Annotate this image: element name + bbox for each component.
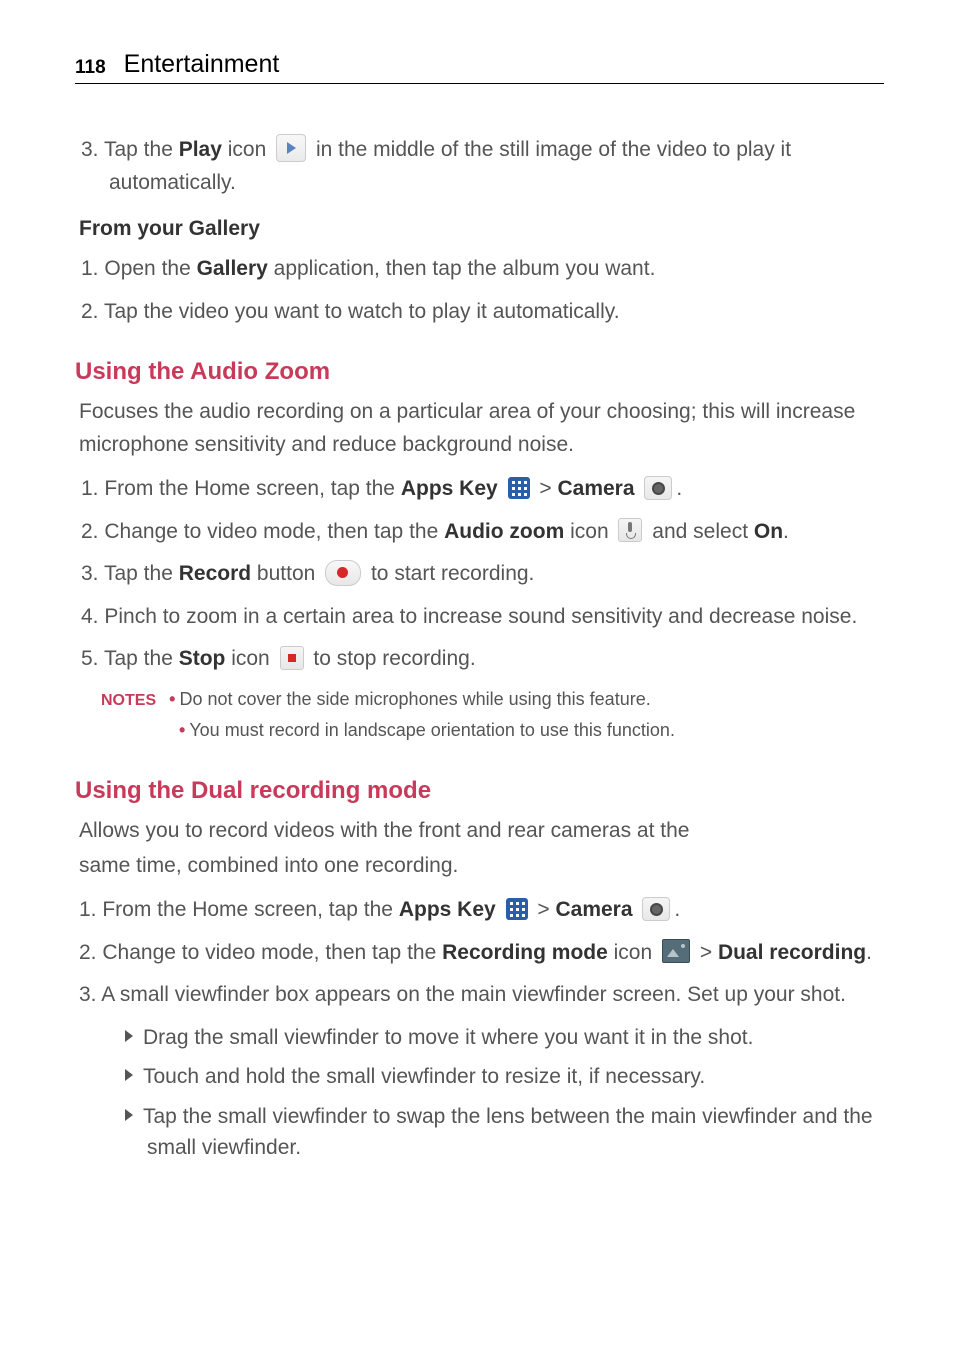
step-number: 3. bbox=[81, 138, 99, 161]
audio-step-1: 1. From the Home screen, tap the Apps Ke… bbox=[75, 473, 884, 506]
triangle-icon bbox=[125, 1069, 133, 1081]
bullet-text: Drag the small viewfinder to move it whe… bbox=[143, 1026, 753, 1049]
triangle-icon bbox=[125, 1030, 133, 1042]
step-text: application, then tap the album you want… bbox=[268, 257, 656, 280]
dual-step-1: 1. From the Home screen, tap the Apps Ke… bbox=[75, 894, 884, 927]
bullet-icon: • bbox=[169, 689, 175, 709]
gt-sep: > bbox=[534, 477, 558, 500]
step-text: Pinch to zoom in a certain area to incre… bbox=[104, 605, 857, 628]
camera-bold: Camera bbox=[555, 898, 632, 921]
recording-mode-bold: Recording mode bbox=[442, 941, 608, 964]
step-text: Tap the video you want to watch to play … bbox=[104, 300, 620, 323]
step-number: 1. bbox=[81, 477, 99, 500]
gt-sep: > bbox=[532, 898, 556, 921]
notes-block: NOTES •Do not cover the side microphones… bbox=[101, 686, 884, 713]
dual-intro-2: same time, combined into one recording. bbox=[79, 850, 884, 883]
page-number: 118 bbox=[75, 57, 106, 79]
step-text: Tap the bbox=[104, 647, 179, 670]
audio-zoom-icon bbox=[618, 518, 642, 542]
audio-step-2: 2. Change to video mode, then tap the Au… bbox=[75, 516, 884, 549]
camera-icon bbox=[644, 476, 672, 500]
step-number: 3. bbox=[79, 983, 97, 1006]
gallery-step-1: 1. Open the Gallery application, then ta… bbox=[75, 253, 884, 286]
step-text: Change to video mode, then tap the bbox=[104, 520, 444, 543]
step-number: 1. bbox=[81, 257, 99, 280]
gt-sep: > bbox=[694, 941, 718, 964]
step-text: icon bbox=[608, 941, 658, 964]
step-text: Tap the bbox=[104, 138, 179, 161]
dual-recording-bold: Dual recording bbox=[718, 941, 866, 964]
dual-bullet-3: Tap the small viewfinder to swap the len… bbox=[125, 1101, 884, 1164]
audio-zoom-bold: Audio zoom bbox=[444, 520, 564, 543]
step-number: 4. bbox=[81, 605, 99, 628]
dot: . bbox=[674, 898, 680, 921]
page-header: 118 Entertainment bbox=[75, 50, 884, 84]
gallery-step-2: 2. Tap the video you want to watch to pl… bbox=[75, 296, 884, 329]
apps-key-icon bbox=[508, 477, 530, 499]
audio-step-3: 3. Tap the Record button to start record… bbox=[75, 558, 884, 591]
step-text: icon bbox=[222, 138, 272, 161]
apps-key-bold: Apps Key bbox=[401, 477, 498, 500]
camera-bold: Camera bbox=[557, 477, 634, 500]
dual-step-3: 3. A small viewfinder box appears on the… bbox=[75, 979, 884, 1012]
dot: . bbox=[676, 477, 682, 500]
apps-key-icon bbox=[506, 898, 528, 920]
step-text: to start recording. bbox=[365, 562, 534, 585]
dual-intro-1: Allows you to record videos with the fro… bbox=[79, 815, 884, 848]
dual-step-2: 2. Change to video mode, then tap the Re… bbox=[75, 937, 884, 970]
apps-key-bold: Apps Key bbox=[399, 898, 496, 921]
record-icon bbox=[325, 560, 361, 586]
recording-mode-icon bbox=[662, 939, 690, 963]
audio-zoom-intro: Focuses the audio recording on a particu… bbox=[79, 396, 884, 461]
step-play-video: 3. Tap the Play icon in the middle of th… bbox=[75, 134, 884, 199]
dual-bullet-1: Drag the small viewfinder to move it whe… bbox=[125, 1022, 884, 1054]
step-number: 2. bbox=[79, 941, 97, 964]
step-text: to stop recording. bbox=[308, 647, 476, 670]
play-bold: Play bbox=[179, 138, 222, 161]
step-text: From the Home screen, tap the bbox=[102, 898, 398, 921]
step-number: 3. bbox=[81, 562, 99, 585]
step-text: A small viewfinder box appears on the ma… bbox=[101, 983, 846, 1006]
note-1: Do not cover the side microphones while … bbox=[179, 689, 650, 709]
heading-audio-zoom: Using the Audio Zoom bbox=[75, 358, 884, 386]
audio-step-4: 4. Pinch to zoom in a certain area to in… bbox=[75, 601, 884, 634]
bullet-icon: • bbox=[179, 720, 185, 740]
camera-icon bbox=[642, 897, 670, 921]
stop-icon bbox=[280, 646, 304, 670]
step-number: 5. bbox=[81, 647, 99, 670]
triangle-icon bbox=[125, 1109, 133, 1121]
step-number: 1. bbox=[79, 898, 97, 921]
stop-bold: Stop bbox=[179, 647, 226, 670]
record-bold: Record bbox=[179, 562, 251, 585]
step-text: Open the bbox=[104, 257, 196, 280]
note-2-line: •You must record in landscape orientatio… bbox=[179, 713, 884, 747]
step-text: and select bbox=[646, 520, 753, 543]
step-number: 2. bbox=[81, 520, 99, 543]
dot: . bbox=[783, 520, 789, 543]
audio-step-5: 5. Tap the Stop icon to stop recording. bbox=[75, 643, 884, 676]
bullet-text: Tap the small viewfinder to swap the len… bbox=[143, 1105, 873, 1160]
step-text: icon bbox=[564, 520, 614, 543]
gallery-bold: Gallery bbox=[197, 257, 268, 280]
play-icon bbox=[276, 134, 306, 162]
bullet-text: Touch and hold the small viewfinder to r… bbox=[143, 1065, 705, 1088]
dot: . bbox=[866, 941, 872, 964]
step-text: Change to video mode, then tap the bbox=[102, 941, 442, 964]
note-2: You must record in landscape orientation… bbox=[189, 720, 675, 740]
step-text: button bbox=[251, 562, 321, 585]
step-text: Tap the bbox=[104, 562, 179, 585]
section-title: Entertainment bbox=[124, 50, 280, 79]
step-text: icon bbox=[225, 647, 275, 670]
notes-label: NOTES bbox=[101, 692, 156, 709]
on-bold: On bbox=[754, 520, 783, 543]
step-number: 2. bbox=[81, 300, 99, 323]
heading-dual-recording: Using the Dual recording mode bbox=[75, 777, 884, 805]
heading-from-gallery: From your Gallery bbox=[79, 217, 884, 241]
step-text: From the Home screen, tap the bbox=[104, 477, 400, 500]
dual-bullet-2: Touch and hold the small viewfinder to r… bbox=[125, 1061, 884, 1093]
